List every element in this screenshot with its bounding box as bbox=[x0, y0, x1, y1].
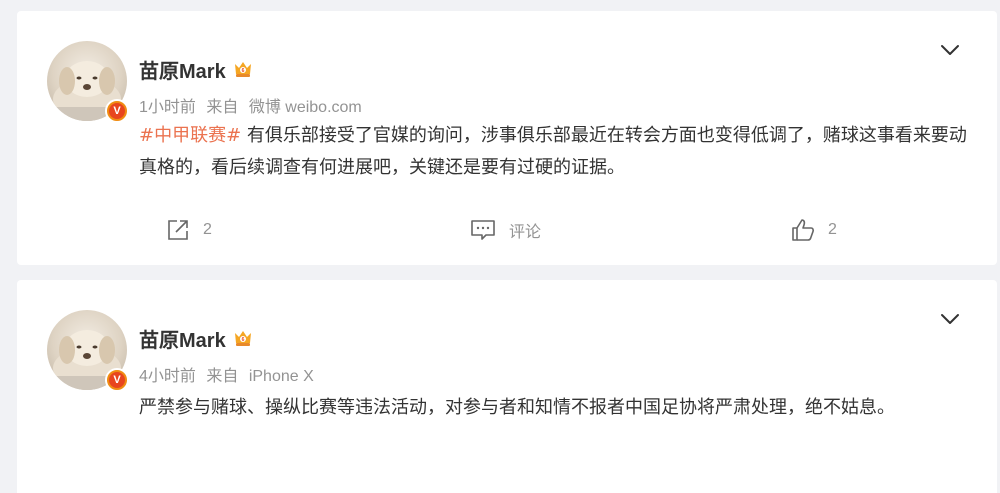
like-button[interactable]: 2 bbox=[790, 217, 837, 243]
post-time[interactable]: 4小时前 bbox=[139, 368, 196, 385]
avatar[interactable]: V bbox=[47, 310, 129, 392]
forward-count: 2 bbox=[203, 221, 212, 238]
hashtag-link[interactable]: #中甲联赛# bbox=[139, 125, 241, 146]
post-text: #中甲联赛# 有俱乐部接受了官媒的询问，涉事俱乐部最近在转会方面也变得低调了，赌… bbox=[139, 120, 974, 184]
forward-icon bbox=[168, 220, 188, 240]
thumbs-up-icon bbox=[792, 219, 814, 241]
post-time[interactable]: 1小时前 bbox=[139, 99, 196, 116]
like-count: 2 bbox=[828, 221, 837, 238]
chevron-down-icon[interactable] bbox=[939, 39, 961, 61]
post-header: 苗原Mark 6 bbox=[139, 55, 254, 83]
chevron-down-icon[interactable] bbox=[939, 308, 961, 330]
avatar[interactable]: V bbox=[47, 41, 129, 123]
vip-crown-icon[interactable]: 6 bbox=[232, 327, 254, 349]
post-meta: 4小时前 来自 iPhone X bbox=[139, 362, 314, 386]
post-source: iPhone X bbox=[248, 368, 314, 385]
verified-badge-icon: V bbox=[105, 368, 129, 392]
svg-text:6: 6 bbox=[241, 337, 244, 343]
post-source-prefix: 来自 bbox=[206, 99, 239, 116]
verified-badge-icon: V bbox=[105, 99, 129, 123]
username[interactable]: 苗原Mark bbox=[139, 55, 226, 84]
post-source: 微博 weibo.com bbox=[248, 99, 362, 116]
weibo-post-card: V 苗原Mark 6 1小时前 来自 微博 weibo.com #中甲联赛# 有… bbox=[17, 11, 997, 265]
post-header: 苗原Mark 6 bbox=[139, 324, 254, 352]
post-actions: 2 评论 2 bbox=[17, 217, 997, 247]
vip-crown-icon[interactable]: 6 bbox=[232, 58, 254, 80]
comment-button[interactable]: 评论 bbox=[469, 217, 541, 243]
forward-button[interactable]: 2 bbox=[165, 217, 212, 243]
comment-label: 评论 bbox=[509, 224, 542, 241]
svg-text:6: 6 bbox=[241, 68, 244, 74]
username[interactable]: 苗原Mark bbox=[139, 324, 226, 353]
weibo-post-card: V 苗原Mark 6 4小时前 来自 iPhone X 严禁参与赌球、操纵比赛等… bbox=[17, 280, 997, 493]
post-body: 有俱乐部接受了官媒的询问，涉事俱乐部最近在转会方面也变得低调了，赌球这事看来要动… bbox=[139, 125, 967, 178]
post-meta: 1小时前 来自 微博 weibo.com bbox=[139, 93, 362, 117]
post-text: 严禁参与赌球、操纵比赛等违法活动，对参与者和知情不报者中国足协将严肃处理，绝不姑… bbox=[139, 392, 974, 424]
comment-icon bbox=[471, 220, 495, 240]
post-source-prefix: 来自 bbox=[206, 368, 239, 385]
post-body: 严禁参与赌球、操纵比赛等违法活动，对参与者和知情不报者中国足协将严肃处理，绝不姑… bbox=[139, 397, 895, 418]
